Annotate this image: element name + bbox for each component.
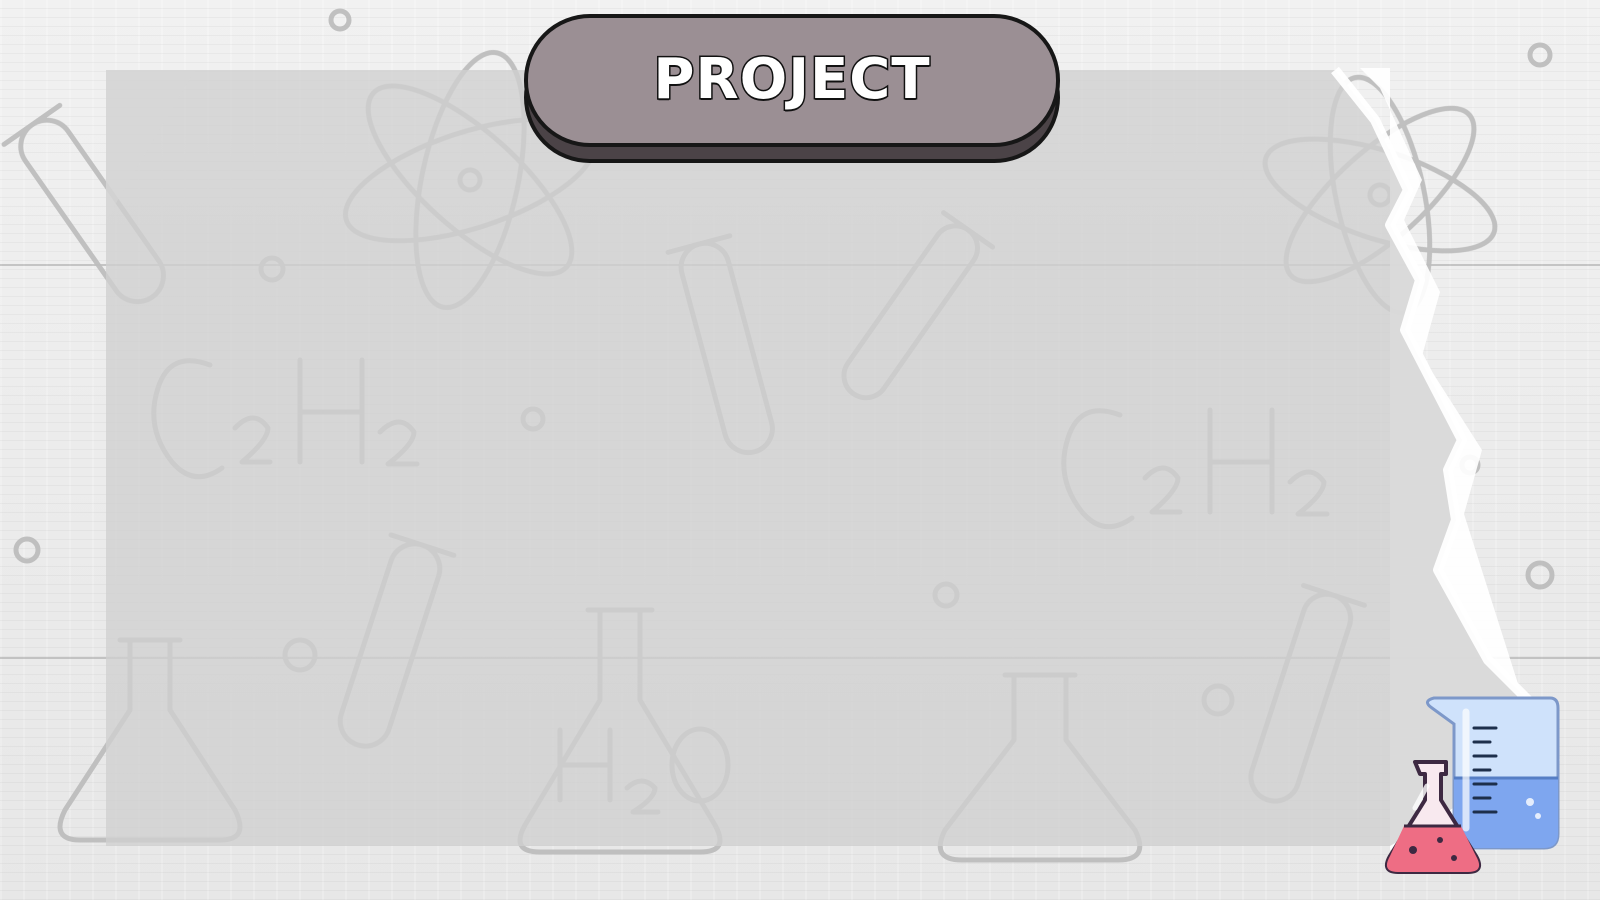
slide-background: PROJECT xyxy=(0,0,1600,900)
page-title: PROJECT xyxy=(652,46,931,112)
lab-glassware-illustration xyxy=(1384,696,1560,874)
title-banner: PROJECT xyxy=(524,14,1062,167)
title-pill: PROJECT xyxy=(524,14,1060,147)
